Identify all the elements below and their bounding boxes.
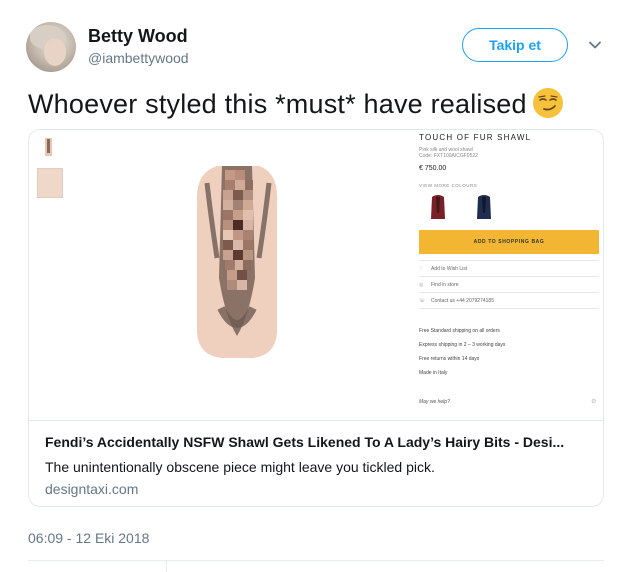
card-domain: designtaxi.com	[45, 481, 139, 497]
product-title: TOUCH OF FUR SHAWL	[419, 133, 532, 142]
card-image[interactable]: TOUCH OF FUR SHAWL Pink silk and wool sh…	[29, 130, 603, 421]
contact-label: Contact us +44 2079274185	[431, 298, 494, 304]
wishlist-label: Add to Wish List	[431, 266, 468, 272]
colour-swatch-navy[interactable]	[475, 193, 493, 221]
product-code: Code: FXT100AICGF0522	[419, 153, 478, 159]
product-price: € 750.00	[419, 165, 447, 172]
find-in-store-link[interactable]: ◎ Find in store	[419, 282, 459, 288]
avatar[interactable]	[26, 22, 76, 72]
phone-icon: ☏	[419, 298, 426, 304]
divider	[419, 308, 599, 309]
contact-link[interactable]: ☏ Contact us +44 2079274185	[419, 298, 494, 304]
card-title[interactable]: Fendi’s Accidentally NSFW Shawl Gets Lik…	[45, 434, 593, 450]
heart-icon: ♡	[419, 266, 424, 272]
product-details-panel: TOUCH OF FUR SHAWL Pink silk and wool sh…	[419, 130, 603, 420]
product-thumbnail[interactable]	[37, 136, 59, 158]
divider-tick	[166, 560, 167, 572]
shipping-line: Express shipping in 2 – 3 working days	[419, 342, 506, 348]
tweet-timestamp[interactable]: 06:09 - 12 Eki 2018	[28, 530, 149, 546]
chevron-down-icon[interactable]	[588, 38, 602, 52]
add-to-bag-button[interactable]: ADD TO SHOPPING BAG	[419, 230, 599, 254]
more-colours-label: VIEW MORE COLOURS	[419, 183, 478, 188]
pin-icon: ◎	[419, 282, 424, 288]
follow-button[interactable]: Takip et	[462, 28, 568, 62]
wishlist-link[interactable]: ♡ Add to Wish List	[419, 266, 467, 272]
user-handle[interactable]: @iambettywood	[88, 50, 189, 66]
link-card[interactable]: TOUCH OF FUR SHAWL Pink silk and wool sh…	[28, 129, 604, 507]
shawl-product-image	[196, 166, 278, 358]
help-link[interactable]: May we help?	[419, 399, 450, 405]
display-name[interactable]: Betty Wood	[88, 26, 188, 47]
find-in-store-label: Find in store	[431, 282, 459, 288]
divider	[419, 292, 599, 293]
card-description: The unintentionally obscene piece might …	[45, 459, 435, 475]
shipping-line: Made in Italy	[419, 370, 448, 376]
tweet-text: Whoever styled this *must* have realised	[28, 88, 563, 120]
settings-icon: ⚙	[591, 399, 597, 405]
colour-swatch-red[interactable]	[429, 193, 447, 221]
divider	[419, 260, 599, 261]
smirking-face-icon	[532, 88, 563, 118]
divider	[419, 276, 599, 277]
shipping-line: Free Standard shipping on all orders	[419, 328, 500, 334]
tweet-body: Whoever styled this *must* have realised	[28, 89, 527, 119]
shipping-line: Free returns within 14 days	[419, 356, 480, 362]
divider	[28, 560, 604, 561]
product-thumbnail-alt[interactable]	[37, 168, 63, 198]
avatar-face	[44, 38, 66, 66]
